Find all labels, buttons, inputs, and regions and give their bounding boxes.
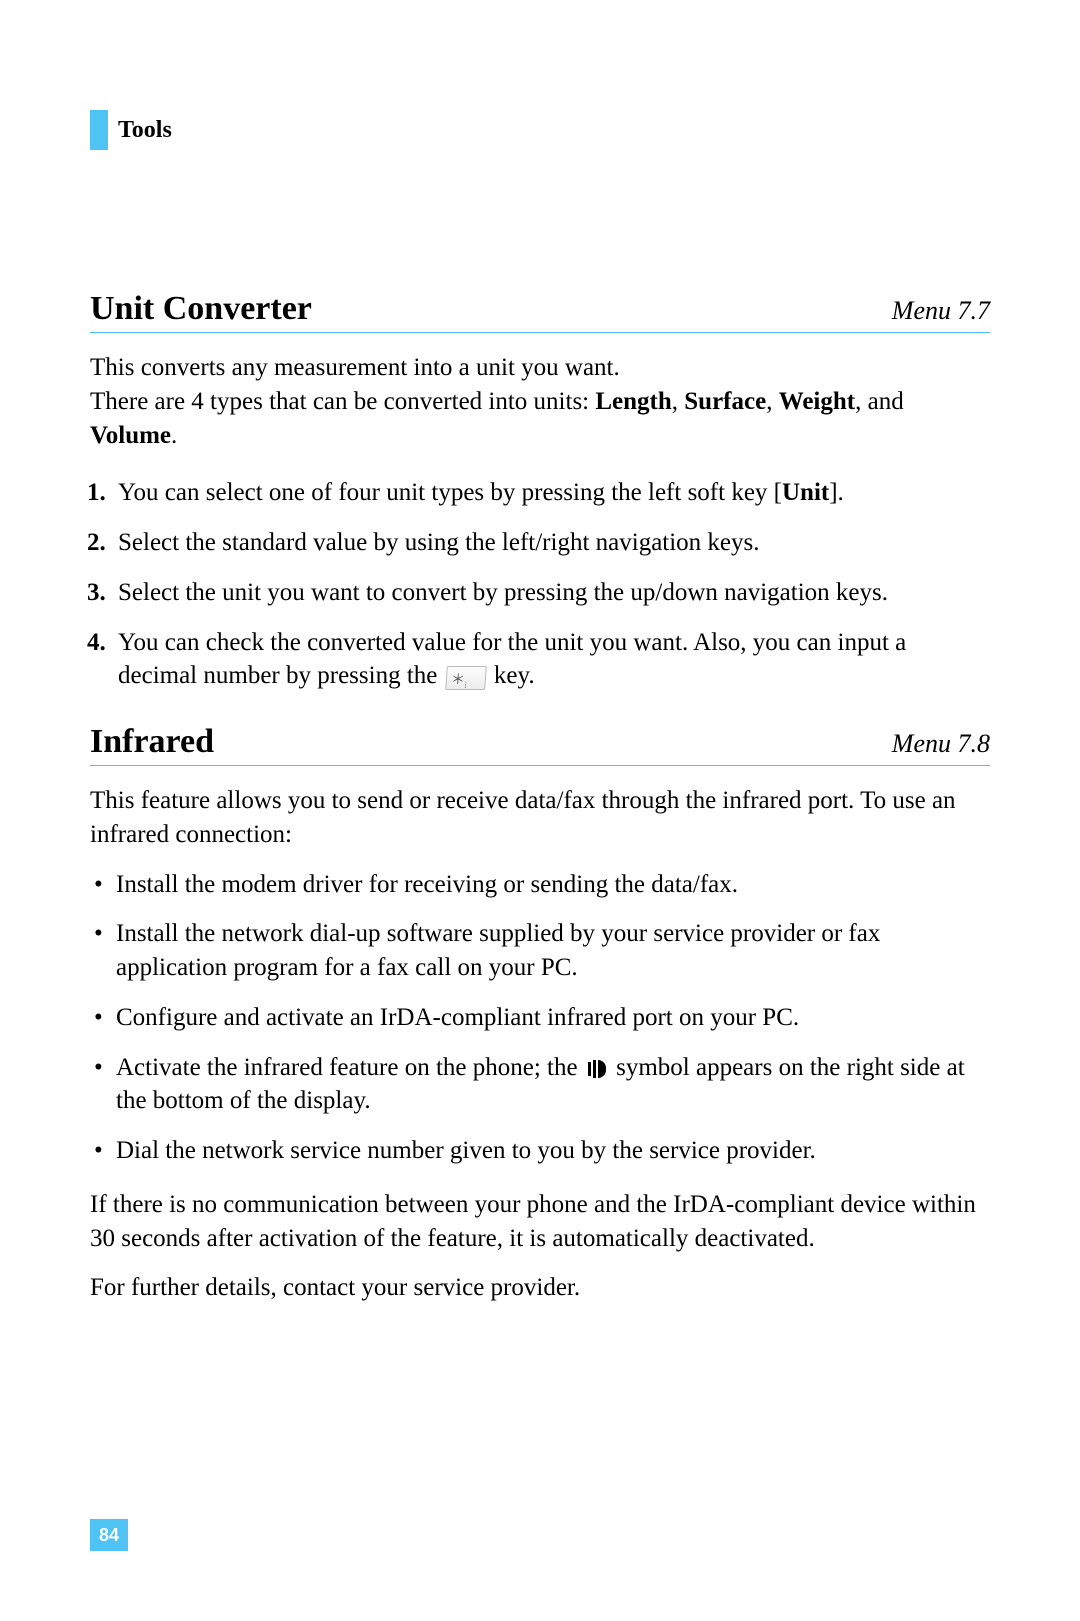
step-3: Select the unit you want to convert by p… <box>112 576 990 610</box>
type-length: Length <box>595 388 671 415</box>
step-1: You can select one of four unit types by… <box>112 476 990 510</box>
intro-line-2a: There are 4 types that can be converted … <box>90 388 595 415</box>
bullet-4: Activate the infrared feature on the pho… <box>90 1051 990 1119</box>
step-2: Select the standard value by using the l… <box>112 526 990 560</box>
section-title: Infrared <box>90 723 214 761</box>
bullet-2: Install the network dial-up software sup… <box>90 917 990 985</box>
menu-reference: Menu 7.7 <box>892 296 990 326</box>
section-intro: This feature allows you to send or recei… <box>90 784 990 852</box>
section-title: Unit Converter <box>90 290 312 328</box>
sep: , <box>672 388 685 415</box>
bullet-5: Dial the network service number given to… <box>90 1134 990 1168</box>
document-page: Tools Unit Converter Menu 7.7 This conve… <box>0 0 1080 1621</box>
step-text-end: ]. <box>829 479 844 506</box>
para-contact: For further details, contact your servic… <box>90 1271 990 1305</box>
unit-bold: Unit <box>782 479 829 506</box>
intro-line-1: This converts any measurement into a uni… <box>90 354 620 381</box>
sep: , <box>766 388 779 415</box>
page-number: 84 <box>90 1519 128 1551</box>
ordered-steps: You can select one of four unit types by… <box>90 476 990 693</box>
period: . <box>171 422 177 449</box>
bullet-3: Configure and activate an IrDA-compliant… <box>90 1001 990 1035</box>
para-timeout: If there is no communication between you… <box>90 1188 990 1256</box>
step-text: You can select one of four unit types by… <box>118 479 782 506</box>
bullet-1: Install the modem driver for receiving o… <box>90 868 990 902</box>
menu-reference: Menu 7.8 <box>892 729 990 759</box>
bullet-list: Install the modem driver for receiving o… <box>90 868 990 1168</box>
step-4: You can check the converted value for th… <box>112 626 990 694</box>
bullet-text: Activate the infrared feature on the pho… <box>116 1054 584 1081</box>
section-intro: This converts any measurement into a uni… <box>90 351 990 452</box>
step-text-end: key. <box>488 662 535 689</box>
chapter-title: Tools <box>118 117 172 144</box>
type-surface: Surface <box>684 388 766 415</box>
star-key-icon: ＊⁞ <box>445 666 487 690</box>
type-volume: Volume <box>90 422 171 449</box>
type-weight: Weight <box>779 388 855 415</box>
section-header-infrared: Infrared Menu 7.8 <box>90 723 990 766</box>
infrared-icon <box>588 1060 606 1078</box>
and: , and <box>855 388 904 415</box>
header-accent-bar <box>90 110 108 150</box>
chapter-header: Tools <box>90 110 990 150</box>
section-header-unit-converter: Unit Converter Menu 7.7 <box>90 290 990 333</box>
